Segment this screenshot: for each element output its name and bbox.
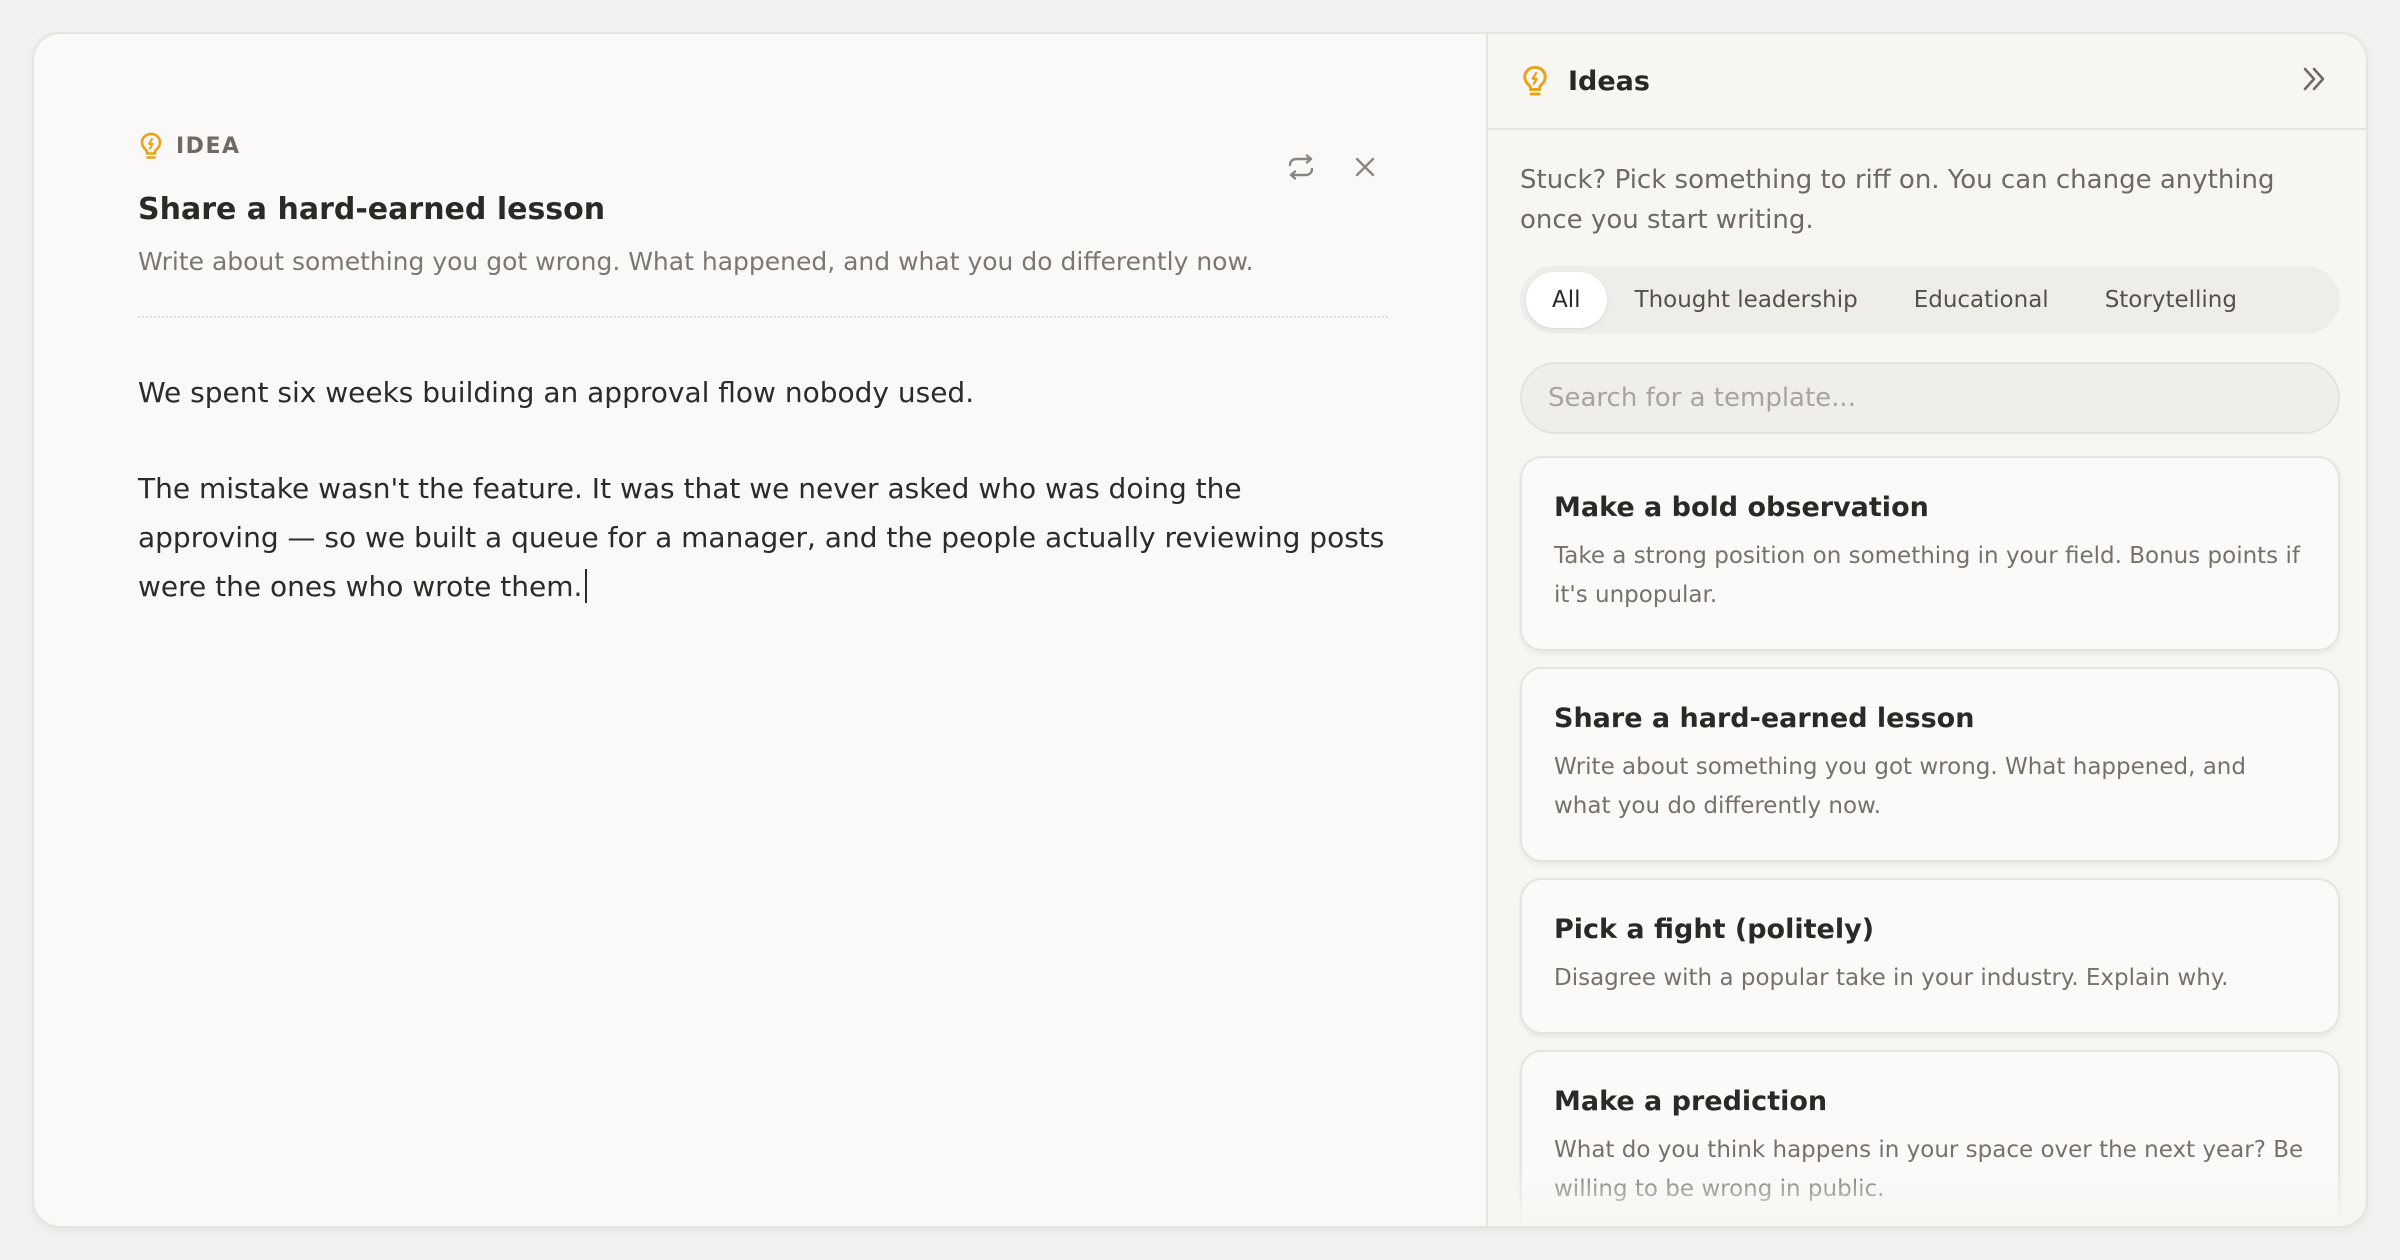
panel-title: Ideas xyxy=(1568,65,1650,97)
idea-description: Write about something you got wrong. Wha… xyxy=(138,247,1254,276)
collapse-panel-button[interactable] xyxy=(2294,61,2334,101)
tab-educational[interactable]: Educational xyxy=(1886,272,2077,328)
idea-toolbar xyxy=(1284,152,1382,186)
template-card-title: Pick a fight (politely) xyxy=(1554,914,1875,945)
template-card-title: Make a bold observation xyxy=(1554,492,1929,523)
draft-text-area[interactable]: We spent six weeks building an approval … xyxy=(138,368,1388,611)
close-icon xyxy=(1354,156,1376,182)
draft-paragraph: We spent six weeks building an approval … xyxy=(138,376,975,409)
refresh-idea-button[interactable] xyxy=(1284,152,1318,186)
category-tabs: All Thought leadership Educational Story… xyxy=(1520,266,2340,334)
divider xyxy=(138,316,1388,318)
template-card[interactable]: Make a bold observation Take a strong po… xyxy=(1520,456,2340,651)
panel-body: Stuck? Pick something to riff on. You ca… xyxy=(1488,130,2366,1226)
ideas-panel: Ideas Stuck? Pick something to riff on. … xyxy=(1488,34,2366,1226)
lightbulb-icon xyxy=(1520,64,1550,98)
lightbulb-icon xyxy=(138,131,164,161)
refresh-icon xyxy=(1286,154,1316,184)
text-caret xyxy=(585,569,588,603)
template-card-title: Make a prediction xyxy=(1554,1086,1828,1117)
editor-pane: IDEA Share a hard-earned lesson Write ab… xyxy=(34,34,1488,1226)
draft-paragraph-text: The mistake wasn't the feature. It was t… xyxy=(138,472,1385,603)
tab-thought-leadership[interactable]: Thought leadership xyxy=(1607,272,1886,328)
idea-header: IDEA xyxy=(138,126,1382,166)
template-search-input[interactable] xyxy=(1548,383,2312,413)
template-card-description: What do you think happens in your space … xyxy=(1554,1137,2304,1202)
panel-intro: Stuck? Pick something to riff on. You ca… xyxy=(1520,165,2275,235)
tab-all[interactable]: All xyxy=(1526,272,1607,328)
template-card-description: Take a strong position on something in y… xyxy=(1554,543,2300,608)
idea-title: Share a hard-earned lesson xyxy=(138,192,606,227)
close-idea-button[interactable] xyxy=(1348,152,1382,186)
template-card-title: Share a hard-earned lesson xyxy=(1554,703,1975,734)
template-card[interactable]: Make a prediction What do you think happ… xyxy=(1520,1050,2340,1226)
template-search xyxy=(1520,362,2340,434)
template-list: Make a bold observation Take a strong po… xyxy=(1520,456,2340,1226)
template-card-description: Write about something you got wrong. Wha… xyxy=(1554,754,2246,819)
app-window: IDEA Share a hard-earned lesson Write ab… xyxy=(32,32,2368,1228)
double-chevron-right-icon xyxy=(2300,66,2328,96)
idea-label: IDEA xyxy=(176,133,241,159)
template-card-description: Disagree with a popular take in your ind… xyxy=(1554,965,2229,991)
panel-header: Ideas xyxy=(1488,34,2366,130)
tab-storytelling[interactable]: Storytelling xyxy=(2077,272,2265,328)
template-card[interactable]: Share a hard-earned lesson Write about s… xyxy=(1520,667,2340,862)
template-card[interactable]: Pick a fight (politely) Disagree with a … xyxy=(1520,878,2340,1034)
draft-paragraph: The mistake wasn't the feature. It was t… xyxy=(138,464,1388,611)
